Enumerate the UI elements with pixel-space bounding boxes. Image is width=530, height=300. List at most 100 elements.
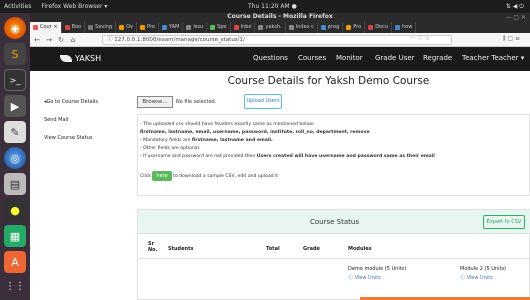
- module-2-name: Module 2 (5 Units): [460, 266, 506, 272]
- tab-label: Pro: [353, 24, 362, 30]
- tab-favicon-icon: [395, 25, 401, 30]
- sidebar-item-course-details[interactable]: ◂Go to Course Details: [44, 99, 98, 105]
- header-grade: Grade: [303, 246, 320, 252]
- tab-favicon-icon: [320, 25, 326, 30]
- page-content: ◂Go to Course Details Send Mail View Cou…: [30, 71, 530, 300]
- course-status-panel: Course Status Export to CSV Sr No. Stude…: [137, 209, 530, 300]
- camera-icon[interactable]: ●: [4, 199, 26, 221]
- libreoffice-icon[interactable]: ▦: [4, 225, 26, 247]
- software-center-icon[interactable]: A: [4, 251, 26, 273]
- browser-tab[interactable]: Cour ×: [30, 22, 62, 33]
- app-grid-icon[interactable]: ⋮⋮: [4, 275, 26, 297]
- tab-label: Spo: [217, 24, 227, 30]
- home-icon[interactable]: ⌂: [68, 36, 78, 44]
- nav-courses[interactable]: Courses: [298, 54, 326, 62]
- browser-tab[interactable]: YAM: [159, 22, 184, 33]
- nav-user-menu[interactable]: Teacher Teacher ▾: [462, 54, 524, 62]
- tab-favicon-icon: [210, 25, 216, 30]
- tab-favicon-icon: [288, 25, 294, 30]
- tab-favicon-icon: [368, 25, 374, 30]
- browser-tab[interactable]: how: [392, 22, 417, 33]
- tab-label: Docu: [375, 24, 389, 30]
- site-navbar: YAKSH Questions Courses Monitor Grade Us…: [30, 47, 530, 71]
- info-line-1: - The uploaded csv should have headers e…: [140, 122, 315, 127]
- status-title: Course Status: [310, 218, 359, 226]
- clock[interactable]: Thu 11:20 AM ●: [248, 3, 297, 10]
- tab-favicon-icon: [161, 25, 167, 30]
- tab-label: Ov: [126, 24, 133, 30]
- nav-regrade[interactable]: Regrade: [423, 54, 452, 62]
- tab-favicon-icon: [346, 25, 352, 30]
- tabs: Cour × Boo Saving Ov Pro YAM Issu Spo Inbo yaksh.…: [30, 22, 417, 33]
- tab-label: yaksh.: [265, 24, 282, 30]
- browser-tab[interactable]: Ov: [116, 22, 137, 33]
- browser-tab[interactable]: Pro: [137, 22, 159, 33]
- page-title: Course Details for Yaksh Demo Course: [227, 75, 430, 87]
- system-tray[interactable]: ⇅ ◀ ⏻: [506, 3, 524, 11]
- brand-name: YAKSH: [75, 54, 102, 63]
- export-csv-button[interactable]: Export to CSV: [483, 215, 525, 229]
- download-hint: to download a sample CSV, edit and uploa…: [173, 174, 279, 179]
- url-input[interactable]: ⓘ 127.0.0.1:8000/exam/manage/course_stat…: [102, 35, 452, 45]
- browser-tab[interactable]: Index c: [286, 22, 318, 33]
- header-students: Students: [168, 246, 194, 252]
- browser-tab[interactable]: Boo: [62, 22, 86, 33]
- browser-tab[interactable]: Inbo: [231, 22, 256, 33]
- nav-questions[interactable]: Questions: [253, 54, 288, 62]
- tab-favicon-icon: [119, 25, 125, 30]
- app-menu[interactable]: Firefox Web Browser ▾: [41, 3, 107, 10]
- chromium-icon[interactable]: ◎: [4, 147, 26, 169]
- click-label: Click: [140, 174, 151, 179]
- browser-tab[interactable]: Saving: [85, 22, 117, 33]
- window-controls[interactable]: — ▢ ×: [505, 14, 526, 21]
- tab-bar: Course Details - Mozilla Firefox — ▢ × C…: [30, 13, 530, 33]
- header-modules: Modules: [348, 246, 372, 252]
- tab-label: Inbo: [240, 24, 252, 30]
- module-1-view-units-link[interactable]: ⓘ View Units: [348, 274, 381, 281]
- info-default-label: - If username and password are not provi…: [140, 154, 257, 159]
- table-divider: [138, 258, 530, 259]
- info-default-rule: Users created will have username and pas…: [256, 154, 435, 159]
- brand[interactable]: YAKSH: [60, 54, 101, 63]
- nav-monitor[interactable]: Monitor: [336, 54, 363, 62]
- nav-grade-user[interactable]: Grade User: [375, 54, 415, 62]
- text-editor-icon[interactable]: ✎: [4, 121, 26, 143]
- file-cabinet-icon[interactable]: ▤: [4, 173, 26, 195]
- browser-tab[interactable]: prog: [318, 22, 344, 33]
- tab-favicon-icon: [88, 25, 94, 30]
- tab-label: how: [402, 24, 413, 30]
- info-mandatory-fields: firstname, lastname and email.: [191, 138, 273, 143]
- browser-tab[interactable]: Docu: [365, 22, 393, 33]
- browse-button[interactable]: Browse...: [137, 96, 173, 108]
- window-title: Course Details - Mozilla Firefox: [227, 13, 333, 20]
- url-bar-row: ← → ↻ ⌂ ⓘ 127.0.0.1:8000/exam/manage/cou…: [30, 33, 530, 47]
- header-sr-no: Sr No.: [148, 241, 158, 253]
- activities-button[interactable]: Activities: [4, 3, 31, 10]
- upload-users-button[interactable]: Upload Users: [244, 94, 282, 109]
- toolbar-right[interactable]: ⫼ ▢ ≡: [503, 35, 520, 43]
- video-player-icon[interactable]: ▶: [4, 95, 26, 117]
- sidebar-item-send-mail[interactable]: Send Mail: [44, 117, 68, 123]
- tab-label: Index c: [295, 24, 314, 30]
- reload-icon[interactable]: ↻: [56, 36, 66, 44]
- browser-tab[interactable]: yaksh.: [255, 22, 286, 33]
- browser-tab[interactable]: Pro: [343, 22, 366, 33]
- tab-label: prog: [327, 24, 340, 30]
- tab-favicon-icon: [186, 25, 192, 30]
- back-icon[interactable]: ←: [32, 36, 42, 44]
- module-2-view-units-link[interactable]: ⓘ View Units: [460, 274, 493, 281]
- status-header: Course Status Export to CSV: [138, 210, 530, 234]
- browser-tab[interactable]: Spo: [207, 22, 231, 33]
- browser-window: Course Details - Mozilla Firefox — ▢ × C…: [30, 13, 530, 300]
- sublime-text-icon[interactable]: S: [4, 43, 26, 65]
- dock: ◉ S >_ ▶ ✎ ◎ ▤ ● ▦ A ⋮⋮: [0, 13, 30, 300]
- forward-icon[interactable]: →: [44, 36, 54, 44]
- page-actions[interactable]: ··· ♡ ☆: [410, 35, 430, 42]
- firefox-icon[interactable]: ◉: [4, 17, 26, 39]
- download-sample-button[interactable]: here: [152, 171, 172, 181]
- url-text: 127.0.0.1:8000/exam/manage/course_status…: [114, 37, 245, 43]
- browser-tab[interactable]: Issu: [183, 22, 208, 33]
- terminal-icon[interactable]: >_: [4, 69, 26, 91]
- sidebar-item-course-status[interactable]: View Course Status: [44, 135, 92, 141]
- yaksh-logo-icon: [60, 55, 72, 62]
